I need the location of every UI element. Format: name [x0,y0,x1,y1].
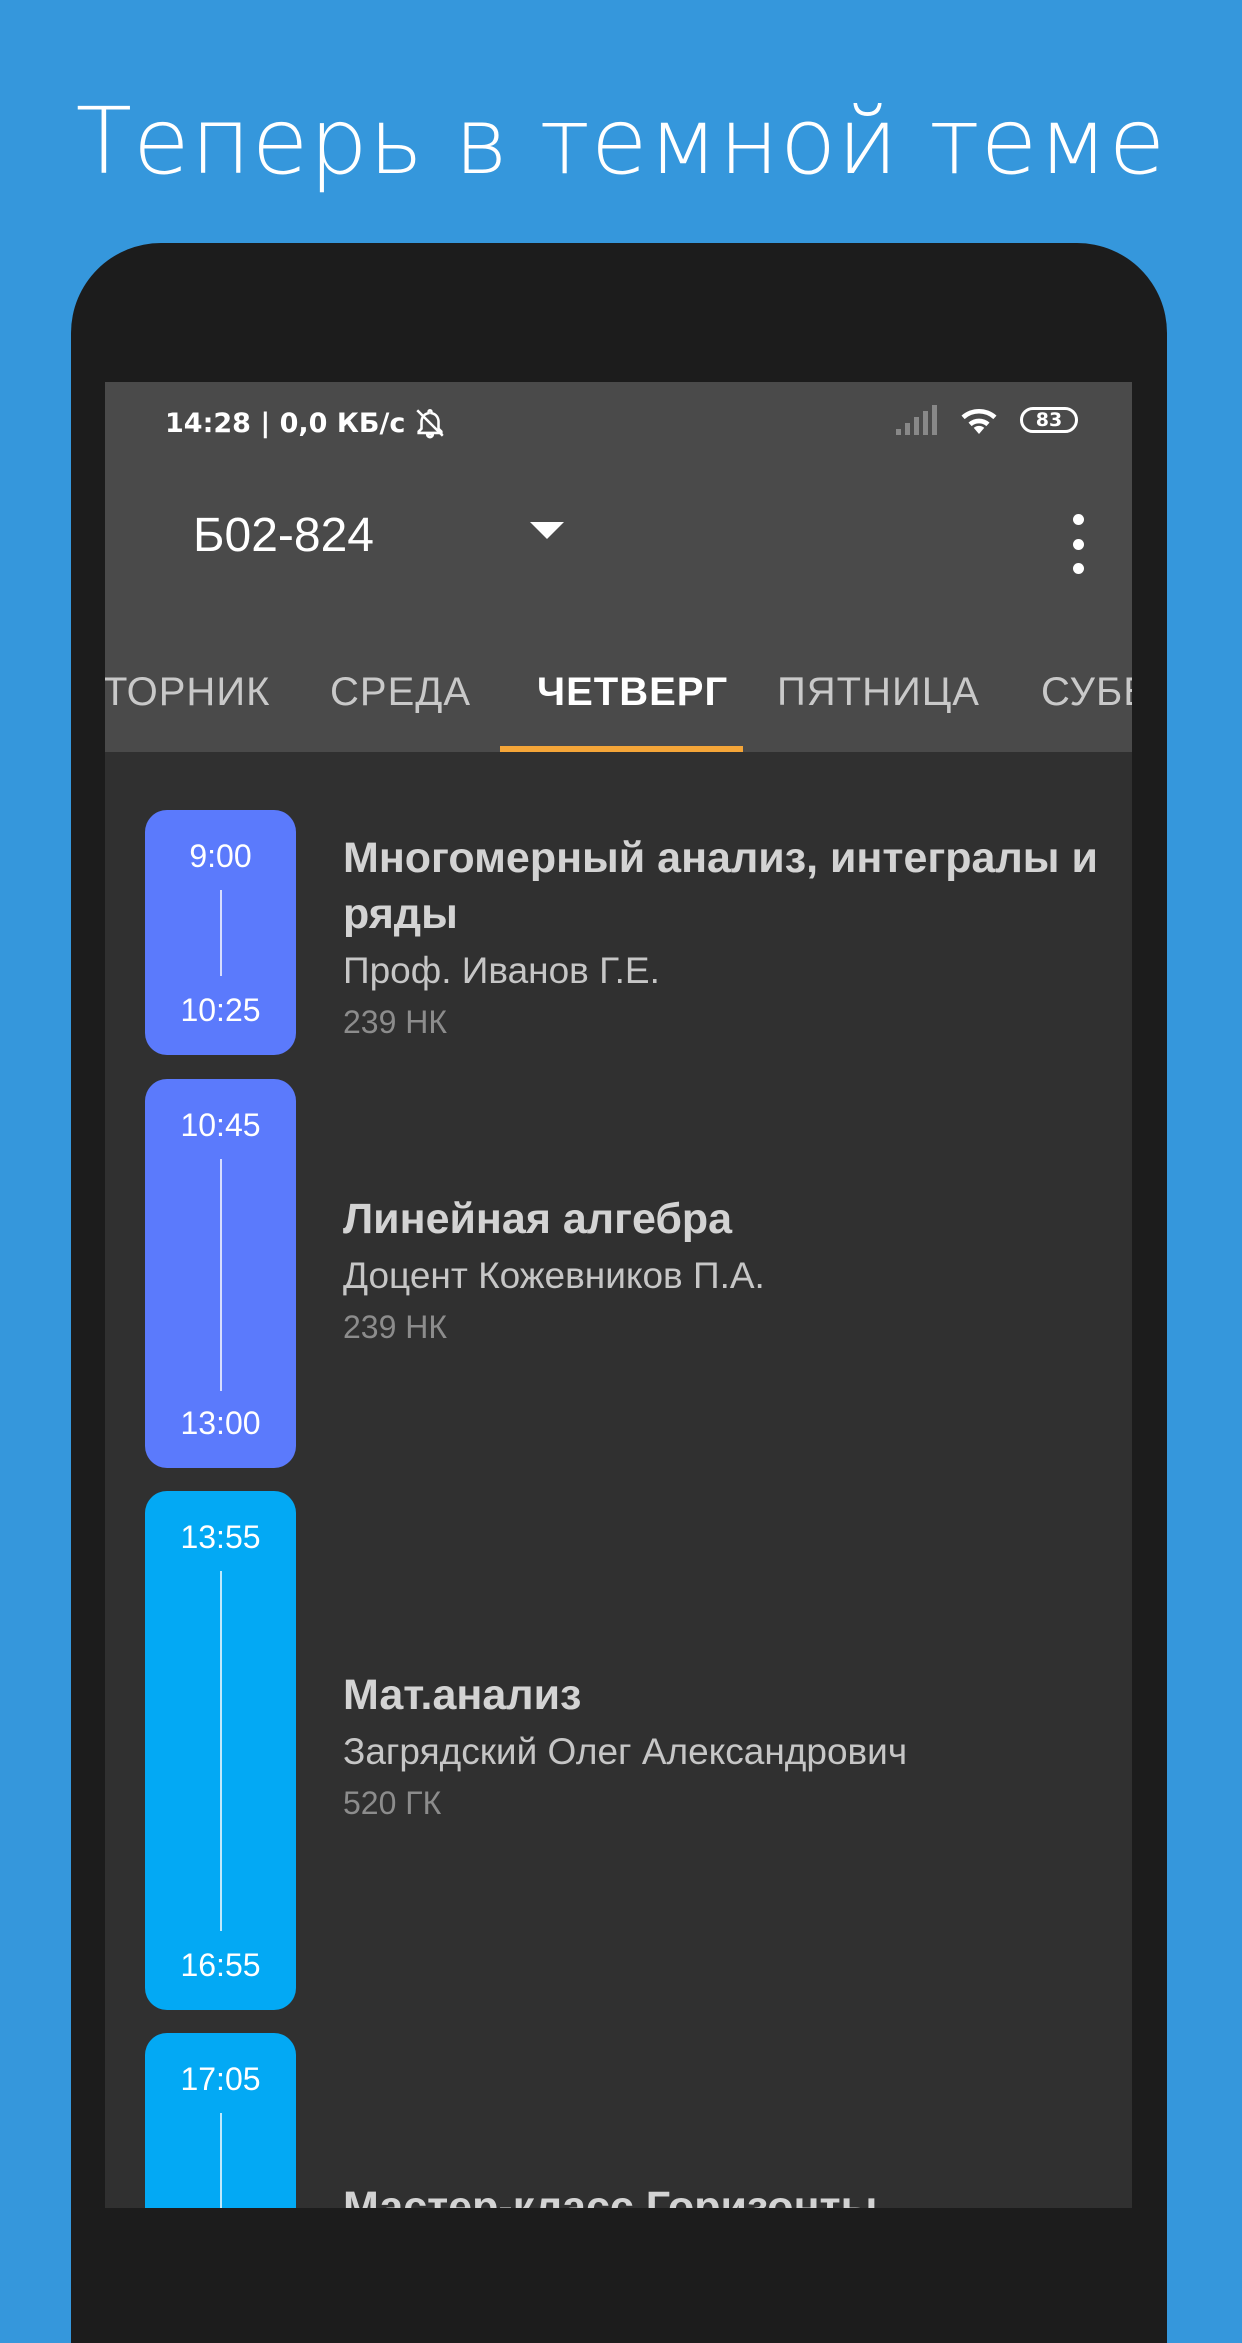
lesson-info: Линейная алгебра Доцент Кожевников П.А. … [343,1191,1103,1349]
lesson-info: Многомерный анализ, интегралы и ряды Про… [343,830,1103,1044]
app-bar: 14:28 | 0,0 КБ/с 83 Б02-824 ТОРНИК СРЕДА… [105,382,1132,752]
lesson-card[interactable]: 13:55 16:55 Мат.анализ Загрядский Олег А… [105,1491,1132,2010]
tab-friday[interactable]: ПЯТНИЦА [777,632,980,752]
tab-saturday[interactable]: СУББ [1041,632,1132,752]
time-line [220,890,222,976]
status-bar: 14:28 | 0,0 КБ/с 83 [105,382,1132,467]
time-block: 10:45 13:00 [145,1079,296,1468]
lesson-info: Мастер-класс Горизонты [343,2179,1103,2208]
time-line [220,1571,222,1931]
time-start: 9:00 [189,838,252,874]
lesson-room: 239 НК [343,1004,448,1040]
time-end: 16:55 [180,1947,261,1983]
lesson-card[interactable]: 9:00 10:25 Многомерный анализ, интегралы… [105,810,1132,1055]
lesson-room: 239 НК [343,1309,448,1345]
bell-muted-icon [416,409,445,439]
time-end: 13:00 [180,1405,261,1441]
lesson-title: Линейная алгебра [343,1195,733,1243]
lesson-title: Многомерный анализ, интегралы и ряды [343,834,1098,938]
time-block: 9:00 10:25 [145,810,296,1055]
wifi-icon [961,408,997,434]
time-block: 17:05 [145,2033,296,2208]
lesson-teacher: Загрядский Олег Александрович [343,1731,908,1772]
lesson-title: Мастер-класс Горизонты [343,2183,878,2208]
status-time-speed: 14:28 | 0,0 КБ/с [165,407,406,439]
promo-title: Теперь в темной теме [75,88,1167,195]
time-block: 13:55 16:55 [145,1491,296,2010]
tab-tuesday[interactable]: ТОРНИК [105,632,270,752]
time-start: 17:05 [180,2061,261,2097]
group-selector[interactable]: Б02-824 [193,508,374,563]
signal-icon [896,405,937,435]
app-screen: 14:28 | 0,0 КБ/с 83 Б02-824 ТОРНИК СРЕДА… [105,382,1132,2208]
tab-thursday[interactable]: ЧЕТВЕРГ [537,632,728,752]
time-line [220,1159,222,1391]
battery-indicator: 83 [1020,407,1078,433]
day-tabs: ТОРНИК СРЕДА ЧЕТВЕРГ ПЯТНИЦА СУББ [105,632,1132,752]
lesson-teacher: Проф. Иванов Г.Е. [343,950,660,991]
lesson-title: Мат.анализ [343,1671,582,1719]
lesson-room: 520 ГК [343,1785,442,1821]
toolbar: Б02-824 [105,482,1132,612]
lesson-card[interactable]: 10:45 13:00 Линейная алгебра Доцент Коже… [105,1079,1132,1468]
group-name: Б02-824 [193,509,374,562]
time-end: 10:25 [180,992,261,1028]
time-start: 13:55 [180,1519,261,1555]
tab-indicator [500,746,743,752]
dropdown-arrow-icon[interactable] [530,522,564,539]
lesson-info: Мат.анализ Загрядский Олег Александрович… [343,1667,1103,1825]
more-vert-icon[interactable] [1068,514,1088,574]
lesson-card[interactable]: 17:05 Мастер-класс Горизонты [105,2033,1132,2208]
tab-wednesday[interactable]: СРЕДА [330,632,471,752]
time-line [220,2113,222,2208]
lesson-teacher: Доцент Кожевников П.А. [343,1255,765,1296]
time-start: 10:45 [180,1107,261,1143]
